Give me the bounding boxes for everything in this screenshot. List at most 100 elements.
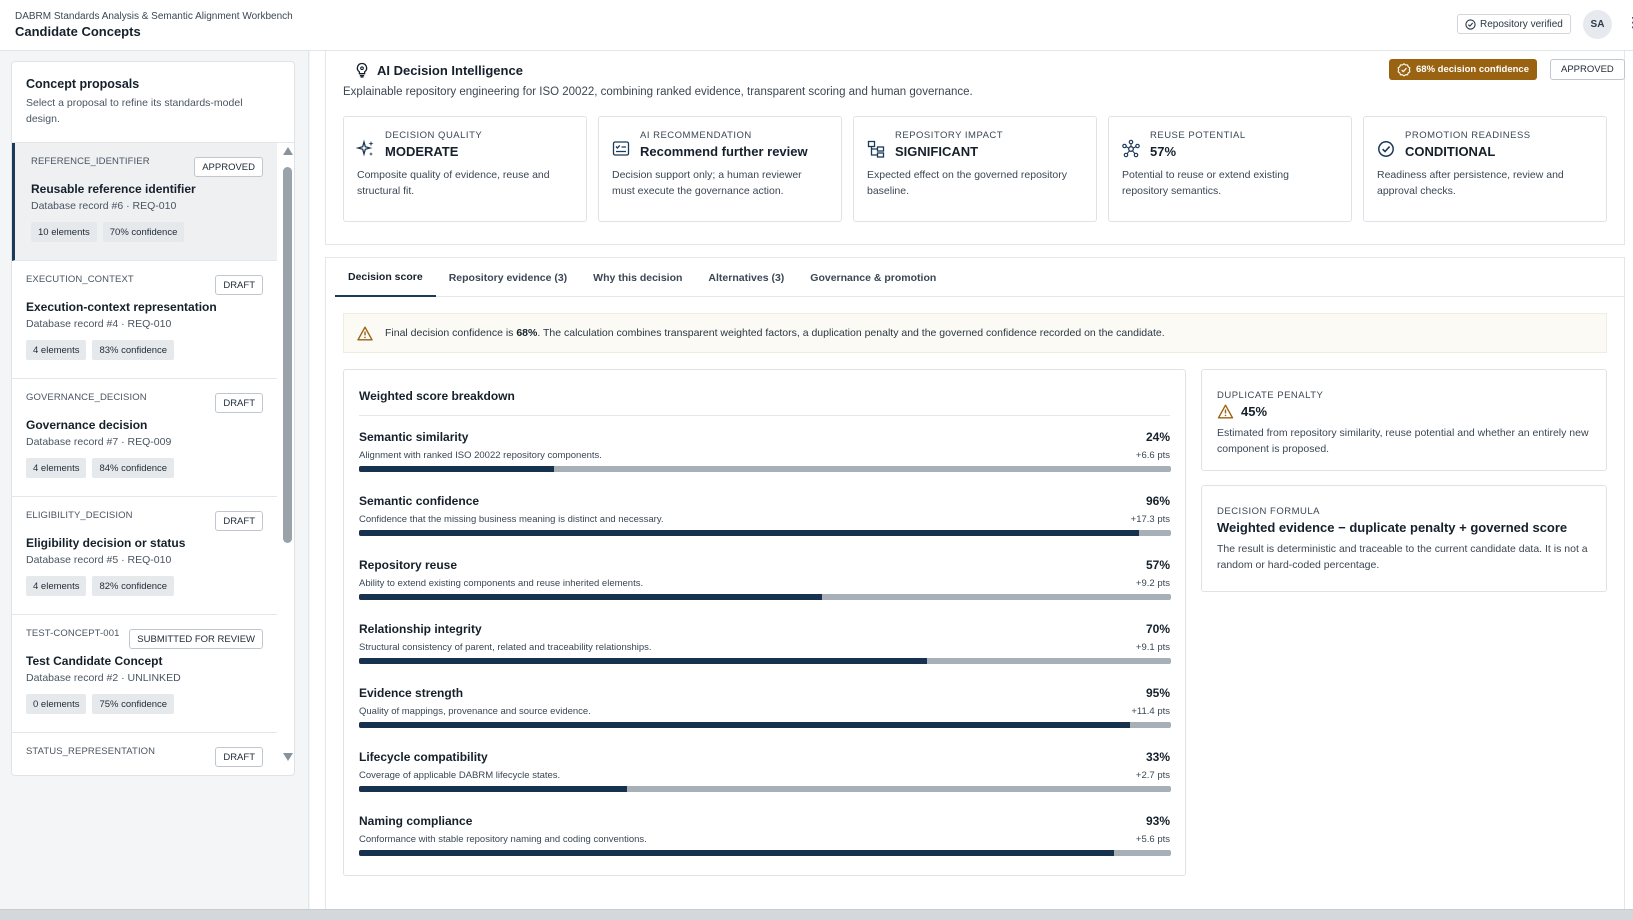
approval-status-badge: APPROVED (1550, 59, 1625, 80)
proposal-list: REFERENCE_IDENTIFIER APPROVED Reusable r… (12, 143, 277, 775)
card-value: Recommend further review (640, 144, 808, 159)
factor-progress-bar (359, 722, 1171, 728)
formula-value: Weighted evidence − duplicate penalty + … (1217, 520, 1568, 535)
sidebar: Concept proposals Select a proposal to r… (0, 51, 309, 909)
factor-progress-fill (359, 466, 554, 472)
status-badge: DRAFT (215, 393, 263, 413)
factor-progress-fill (359, 594, 822, 600)
scroll-down-arrow-icon[interactable] (283, 753, 293, 761)
card-label: AI RECOMMENDATION (640, 130, 752, 141)
factor-description: Conformance with stable repository namin… (359, 834, 647, 845)
scroll-up-arrow-icon[interactable] (283, 147, 293, 155)
factor-percentage: 24% (1145, 430, 1170, 444)
tab-alternatives[interactable]: Alternatives (3) (695, 258, 797, 297)
factor-name: Naming compliance (359, 814, 473, 828)
page-title: Candidate Concepts (15, 24, 141, 39)
tab-governance-promotion[interactable]: Governance & promotion (797, 258, 949, 297)
proposal-item[interactable]: ELIGIBILITY_DECISION DRAFT Eligibility d… (12, 497, 277, 615)
factor-percentage: 95% (1145, 686, 1170, 700)
card-label: REPOSITORY IMPACT (895, 130, 1004, 141)
card-label: DECISION QUALITY (385, 130, 483, 141)
factor-description: Ability to extend existing components an… (359, 578, 644, 589)
proposal-item[interactable]: TEST-CONCEPT-001 SUBMITTED FOR REVIEW Te… (12, 615, 277, 733)
weighted-score-breakdown: Weighted score breakdown Semantic simila… (343, 369, 1186, 876)
factor-name: Relationship integrity (359, 622, 482, 636)
concept-proposals-panel: Concept proposals Select a proposal to r… (11, 61, 295, 776)
factor-points: +11.4 pts (1131, 706, 1170, 717)
penalty-description: Estimated from repository similarity, re… (1217, 427, 1589, 455)
decision-intelligence-panel: AI Decision Intelligence Explainable rep… (325, 51, 1625, 245)
confidence-badge-text: 68% decision confidence (1416, 64, 1529, 75)
panel-title: Concept proposals (26, 77, 140, 91)
elements-chip: 0 elements (26, 694, 87, 714)
status-badge: DRAFT (215, 511, 263, 531)
status-badge: DRAFT (215, 275, 263, 295)
factor-progress-fill (359, 786, 627, 792)
alert-suffix: . The calculation combines transparent w… (537, 327, 1165, 339)
panel-header: Concept proposals Select a proposal to r… (12, 62, 294, 143)
proposal-meta: Database record #2 · UNLINKED (26, 672, 181, 684)
card-label: PROMOTION READINESS (1405, 130, 1531, 141)
status-badge: SUBMITTED FOR REVIEW (129, 629, 263, 649)
elements-chip: 10 elements (31, 222, 97, 242)
confidence-chip: 84% confidence (92, 458, 175, 478)
hero-title: AI Decision Intelligence (354, 62, 523, 78)
avatar[interactable]: SA (1583, 10, 1612, 39)
alert-text: Final decision confidence is 68%. The ca… (385, 327, 1165, 339)
proposal-chips: 4 elements 84% confidence (26, 458, 263, 478)
more-menu-icon[interactable]: ⋮ (1626, 15, 1633, 29)
hero-description: Explainable repository engineering for I… (343, 86, 973, 98)
scrollbar-thumb[interactable] (283, 167, 292, 543)
penalty-label: DUPLICATE PENALTY (1217, 390, 1324, 401)
penalty-value-row: 45% (1217, 404, 1591, 419)
card-value: SIGNIFICANT (895, 144, 979, 159)
proposal-name: Reusable reference identifier (31, 182, 196, 196)
tab-decision-score[interactable]: Decision score (335, 258, 436, 297)
factor-name: Semantic confidence (359, 494, 480, 508)
proposal-item[interactable]: GOVERNANCE_DECISION DRAFT Governance dec… (12, 379, 277, 497)
proposal-chips: 10 elements 70% confidence (31, 222, 263, 242)
card-description: Potential to reuse or extend existing re… (1122, 169, 1289, 197)
factor-percentage: 96% (1145, 494, 1170, 508)
badge-check-icon (1397, 62, 1411, 77)
score-factor-row: Naming compliance 93% Conformance with sta… (359, 800, 1171, 864)
proposal-name: Execution-context representation (26, 300, 217, 314)
proposal-chips: 4 elements 82% confidence (26, 576, 263, 596)
proposal-name: Eligibility decision or status (26, 536, 186, 550)
factor-progress-bar (359, 786, 1171, 792)
proposal-name: Governance decision (26, 418, 148, 432)
factor-name: Repository reuse (359, 558, 458, 572)
warning-icon (357, 326, 373, 340)
factor-percentage: 70% (1145, 622, 1170, 636)
proposal-item[interactable]: REFERENCE_IDENTIFIER APPROVED Reusable r… (12, 143, 277, 261)
factor-progress-fill (359, 658, 928, 664)
factor-percentage: 33% (1145, 750, 1170, 764)
confidence-chip: 82% confidence (92, 576, 175, 596)
proposal-meta: Database record #7 · REQ-009 (26, 436, 172, 448)
elements-chip: 4 elements (26, 340, 87, 360)
score-factor-row: Relationship integrity 70% Structural cons… (359, 608, 1171, 672)
proposal-item[interactable]: STATUS_REPRESENTATION DRAFT (12, 733, 277, 775)
card-description: Composite quality of evidence, reuse and… (357, 169, 550, 197)
proposal-chips: 0 elements 75% confidence (26, 694, 263, 714)
proposal-name: Test Candidate Concept (26, 654, 163, 668)
tab-why-this-decision[interactable]: Why this decision (580, 258, 695, 297)
main-content: AI Decision Intelligence Explainable rep… (310, 51, 1633, 909)
factor-progress-bar (359, 850, 1171, 856)
score-factor-row: Semantic confidence 96% Confidence that th… (359, 480, 1171, 544)
score-factor-row: Repository reuse 57% Ability to extend exi… (359, 544, 1171, 608)
tab-repository-evidence[interactable]: Repository evidence (3) (436, 258, 580, 297)
decision-formula-card: DECISION FORMULA Weighted evidence − dup… (1201, 485, 1607, 592)
verified-label: Repository verified (1480, 18, 1563, 30)
decision-confidence-badge: 68% decision confidence (1389, 59, 1537, 80)
scrollbar[interactable] (282, 143, 294, 775)
repository-verified-badge[interactable]: Repository verified (1457, 14, 1571, 34)
proposal-meta: Database record #4 · REQ-010 (26, 318, 172, 330)
proposal-chips: 4 elements 83% confidence (26, 340, 263, 360)
bottom-scrollbar[interactable] (0, 909, 1633, 920)
lightbulb-icon (356, 62, 368, 78)
confidence-chip: 70% confidence (102, 222, 185, 242)
proposal-item[interactable]: EXECUTION_CONTEXT DRAFT Execution-contex… (12, 261, 277, 379)
factor-progress-bar (359, 594, 1171, 600)
factor-name: Semantic similarity (359, 430, 469, 444)
